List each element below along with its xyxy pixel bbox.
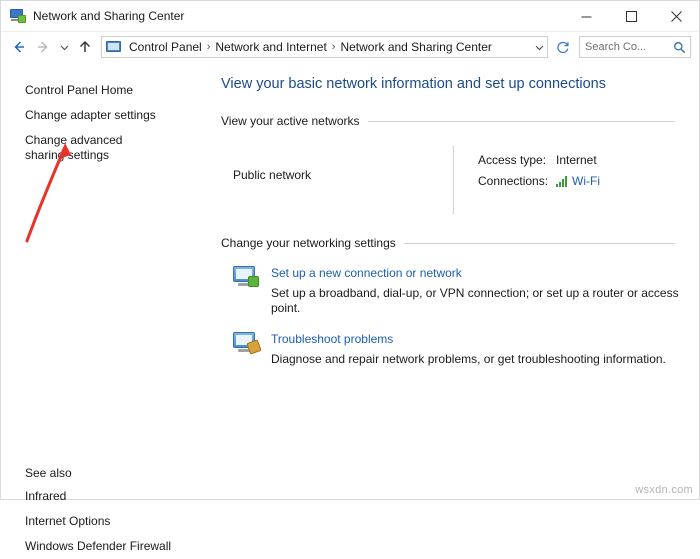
detail-row-connections: Connections: Wi-Fi [478, 174, 600, 188]
breadcrumb-item-network-and-internet[interactable]: Network and Internet [213, 40, 328, 54]
window-title: Network and Sharing Center [33, 9, 185, 23]
title-bar: Network and Sharing Center [1, 1, 699, 32]
forward-arrow-icon[interactable] [31, 35, 55, 59]
network-name: Public network [233, 168, 312, 182]
networking-settings-heading-label: Change your networking settings [221, 236, 396, 250]
active-networks-heading: View your active networks [221, 114, 699, 128]
sidebar-item-infrared[interactable]: Infrared [1, 484, 193, 509]
breadcrumb[interactable]: Control Panel › Network and Internet › N… [101, 36, 548, 58]
network-icon [10, 8, 26, 24]
active-networks-heading-label: View your active networks [221, 114, 360, 128]
breadcrumb-item-network-and-sharing-center[interactable]: Network and Sharing Center [338, 40, 493, 54]
main-panel: View your basic network information and … [193, 62, 699, 500]
search-placeholder: Search Co... [585, 41, 647, 53]
sidebar-item-change-adapter-settings[interactable]: Change adapter settings [1, 103, 193, 128]
wifi-connection-link[interactable]: Wi-Fi [572, 174, 600, 188]
breadcrumb-chevron-down-icon[interactable] [531, 43, 547, 52]
recent-locations-chevron-down-icon[interactable] [55, 35, 73, 59]
wifi-signal-icon [556, 175, 567, 187]
section-divider [367, 120, 675, 122]
up-arrow-icon[interactable] [73, 35, 97, 59]
sidebar-item-change-advanced-sharing-settings[interactable]: Change advanced sharing settings [1, 128, 193, 168]
search-icon[interactable] [673, 41, 686, 54]
search-input[interactable]: Search Co... [579, 36, 691, 58]
back-arrow-icon[interactable] [7, 35, 31, 59]
set-up-new-connection-link[interactable]: Set up a new connection or network [271, 265, 699, 281]
sidebar: Control Panel Home Change adapter settin… [1, 62, 193, 553]
maximize-icon[interactable] [609, 1, 654, 31]
task-body: Troubleshoot problems Diagnose and repai… [271, 330, 666, 367]
sidebar-item-windows-defender-firewall[interactable]: Windows Defender Firewall [1, 534, 193, 559]
network-details: Access type: Internet Connections: Wi-Fi [478, 146, 600, 214]
set-up-new-connection-description: Set up a broadband, dial-up, or VPN conn… [271, 286, 679, 315]
sidebar-item-internet-options[interactable]: Internet Options [1, 509, 193, 534]
see-also-group: See also Infrared Internet Options Windo… [1, 462, 193, 559]
networking-settings-heading: Change your networking settings [221, 236, 699, 250]
sidebar-item-control-panel-home[interactable]: Control Panel Home [1, 78, 193, 103]
control-panel-icon [106, 39, 122, 55]
breadcrumb-item-control-panel[interactable]: Control Panel [127, 40, 204, 54]
access-type-label: Access type: [478, 153, 547, 167]
access-type-value: Internet [556, 153, 597, 167]
active-networks-section: Public network Access type: Internet Con… [193, 146, 699, 214]
task-troubleshoot-problems: Troubleshoot problems Diagnose and repai… [233, 330, 699, 367]
close-icon[interactable] [654, 1, 699, 31]
breadcrumb-separator: › [331, 41, 336, 53]
troubleshoot-icon [233, 330, 262, 356]
window-controls [564, 1, 699, 31]
new-connection-icon [233, 264, 259, 290]
address-bar: Control Panel › Network and Internet › N… [1, 32, 699, 62]
task-set-up-new-connection: Set up a new connection or network Set u… [233, 264, 699, 316]
minimize-icon[interactable] [564, 1, 609, 31]
see-also-heading: See also [25, 466, 72, 480]
troubleshoot-problems-description: Diagnose and repair network problems, or… [271, 352, 666, 366]
vertical-divider [453, 146, 454, 214]
network-and-sharing-center-window: Network and Sharing Center Control Panel… [0, 0, 700, 553]
watermark: wsxdn.com [635, 484, 693, 496]
page-title: View your basic network information and … [221, 76, 607, 92]
detail-row-access-type: Access type: Internet [478, 153, 600, 167]
content-area: Control Panel Home Change adapter settin… [1, 62, 699, 553]
task-body: Set up a new connection or network Set u… [271, 264, 699, 316]
refresh-icon[interactable] [552, 36, 574, 58]
troubleshoot-problems-link[interactable]: Troubleshoot problems [271, 331, 666, 347]
section-divider [403, 242, 675, 244]
breadcrumb-separator: › [206, 41, 211, 53]
connections-label: Connections: [478, 174, 549, 188]
